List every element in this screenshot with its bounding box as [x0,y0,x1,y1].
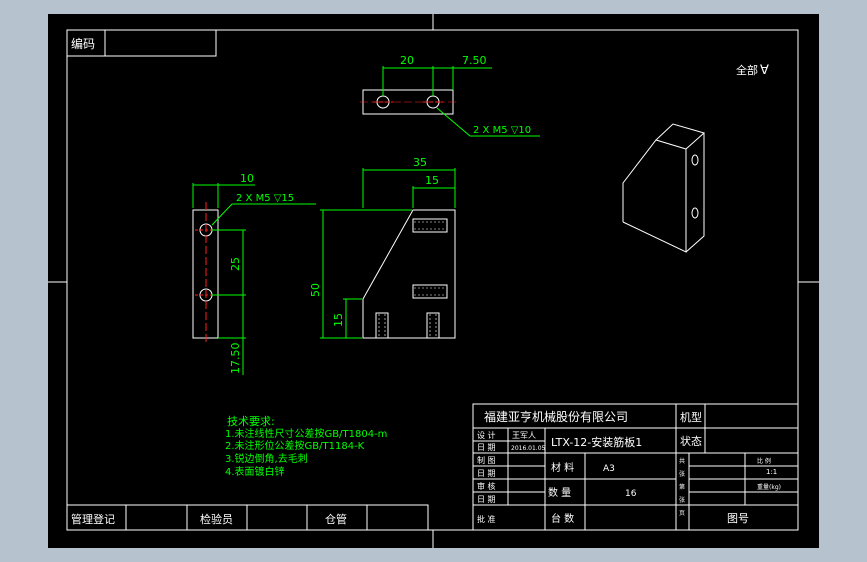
cad-drawing: 编码 全部 ∀ 20 7.50 2 X M5 ▽10 10 2 X M5 ▽15… [48,14,819,548]
dim-top-spacing: 20 [400,54,414,67]
dim-front-low: 15 [332,313,345,327]
machine-type-label: 机型 [680,410,702,424]
check-label: 审 核 [477,481,496,491]
ratio-label: 比 例 [757,457,771,465]
dim-top-edge: 7.50 [462,54,487,67]
material-label: 材 料 [551,461,574,474]
sheet-side-label: 共 [679,457,685,465]
drawing-no-label: 图号 [727,512,749,525]
dim-side-spacing: 25 [229,257,242,271]
dim-front-step: 15 [425,174,439,187]
date-label: 日 期 [477,443,496,452]
note-item: 1.未注线性尺寸公差按GB/T1804-m [225,427,387,440]
machine-count-label: 台 数 [551,512,574,525]
ratio-value: 1:1 [766,468,777,476]
note-item: 2.未注形位公差按GB/T1184-K [225,439,365,452]
inspector-label: 检验员 [200,512,233,526]
roughness-label: 全部 [736,63,758,77]
design-label: 设 计 [477,430,496,440]
dim-side-hole-callout: 2 X M5 ▽15 [236,193,294,204]
sheet-side-label: 张 [679,496,685,504]
storage-label: 仓管 [325,512,347,526]
quantity-value: 16 [625,489,637,499]
dim-side-bottom: 17.50 [229,343,242,375]
register-label: 管理登记 [71,512,115,526]
company-name: 福建亚亨机械股份有限公司 [484,409,628,424]
dim-front-height: 50 [309,283,322,297]
designer-name: 王军人 [512,431,536,440]
notes-title: 技术要求: [227,415,275,428]
status-label: 状态 [680,434,702,448]
material-value: A3 [603,464,615,474]
dim-side-width: 10 [240,172,254,185]
part-name: LTX-12-安装筋板1 [551,435,642,449]
dim-top-hole-callout: 2 X M5 ▽10 [473,125,531,136]
code-label: 编码 [71,36,95,51]
weight-label: 重量(kg) [757,483,781,491]
approve-label: 批 准 [477,514,496,524]
note-item: 4.表面镀白锌 [225,465,285,478]
drafting-label: 制 图 [477,455,496,465]
roughness-symbol-icon: ∀ [760,63,769,78]
sheet-side-label: 张 [679,470,685,478]
dim-front-width: 35 [413,156,427,169]
sheet-side-label: 第 [679,483,685,491]
note-item: 3.锐边倒角,去毛刺 [225,452,308,465]
quantity-label: 数 量 [548,486,571,499]
date-label: 日 期 [477,469,496,478]
date-label: 日 期 [477,495,496,504]
sheet-side-label: 页 [679,510,685,517]
design-date: 2016.01.05 [511,445,546,452]
